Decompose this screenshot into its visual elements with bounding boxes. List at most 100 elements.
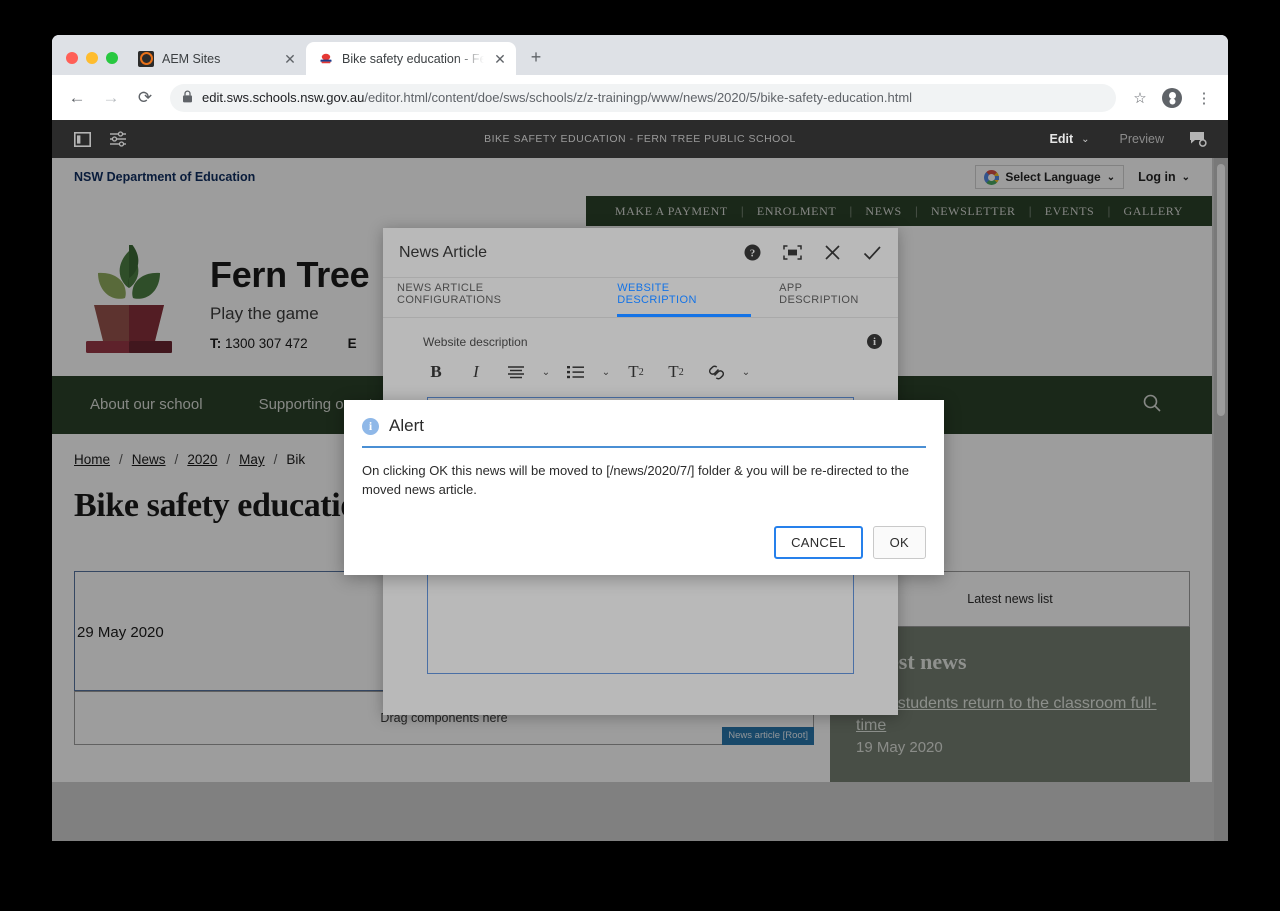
window-controls	[62, 52, 126, 75]
google-icon	[984, 169, 1000, 185]
language-selector-label: Select Language	[1005, 170, 1101, 184]
bold-button[interactable]: B	[419, 357, 453, 387]
address-bar-url: edit.sws.schools.nsw.gov.au/editor.html/…	[202, 90, 912, 105]
department-label: NSW Department of Education	[74, 170, 256, 184]
browser-toolbar: ← → ⟳ edit.sws.schools.nsw.gov.au/editor…	[52, 75, 1228, 120]
site-utility-bar: NSW Department of Education Select Langu…	[52, 158, 1212, 196]
rich-text-toolbar: B I ⌄ ⌄ T2 T2 ⌄	[383, 349, 898, 395]
email-prefix: E	[347, 335, 357, 351]
info-icon[interactable]: i	[867, 334, 882, 349]
dialog-title: News Article	[399, 243, 488, 261]
nav-newsletter[interactable]: NEWSLETTER	[918, 204, 1029, 219]
close-icon[interactable]: ✕	[282, 51, 298, 67]
browser-tab-bike-safety[interactable]: Bike safety education - Fern Tr ✕	[306, 42, 516, 75]
new-tab-button[interactable]: +	[522, 43, 550, 71]
close-icon[interactable]	[824, 244, 841, 261]
profile-avatar[interactable]	[1158, 84, 1186, 112]
italic-button[interactable]: I	[459, 357, 493, 387]
superscript-button[interactable]: T2	[659, 357, 693, 387]
search-icon[interactable]	[1142, 393, 1202, 418]
fullscreen-icon[interactable]	[783, 245, 802, 260]
school-identity: Fern Tree Play the game T: 1300 307 472 …	[210, 253, 370, 351]
school-name: Fern Tree	[210, 253, 370, 295]
login-button[interactable]: Log in ⌄	[1138, 170, 1190, 184]
alert-header: i Alert	[362, 416, 926, 446]
align-icon[interactable]	[499, 357, 533, 387]
dialog-header: News Article ?	[383, 228, 898, 278]
article-date: 29 May 2020	[77, 624, 164, 641]
subscript-button[interactable]: T2	[619, 357, 653, 387]
alert-dialog: i Alert On clicking OK this news will be…	[344, 400, 944, 575]
breadcrumb-2020[interactable]: 2020	[187, 452, 217, 467]
breadcrumb-news[interactable]: News	[132, 452, 166, 467]
browser-tab-aem-sites[interactable]: AEM Sites ✕	[126, 42, 306, 75]
browser-tab-title: AEM Sites	[162, 51, 221, 66]
help-icon[interactable]: ?	[744, 244, 761, 261]
school-email: E	[348, 336, 357, 351]
back-button[interactable]: ←	[62, 83, 92, 113]
tab-website-description[interactable]: WEBSITE DESCRIPTION	[617, 282, 752, 317]
info-icon: i	[362, 417, 379, 435]
superscript-base: T	[668, 362, 679, 381]
browser-menu-icon[interactable]: ⋮	[1190, 84, 1218, 112]
chevron-down-icon[interactable]: ⌄	[739, 367, 753, 378]
field-label: Website description	[423, 334, 528, 349]
breadcrumb-may[interactable]: May	[239, 452, 265, 467]
nav-make-a-payment[interactable]: MAKE A PAYMENT	[602, 204, 741, 219]
login-label: Log in	[1138, 170, 1176, 184]
url-host: edit.sws.schools.nsw.gov.au	[202, 90, 365, 105]
address-bar[interactable]: edit.sws.schools.nsw.gov.au/editor.html/…	[170, 83, 1116, 112]
panel-toggle-icon[interactable]	[64, 120, 100, 158]
breadcrumb-separator: /	[174, 452, 179, 467]
preview-button[interactable]: Preview	[1106, 132, 1178, 146]
website-description-field-header: Website description i	[383, 318, 898, 349]
maximize-window-button[interactable]	[106, 52, 118, 64]
chevron-down-icon[interactable]: ⌄	[599, 367, 613, 378]
ok-button[interactable]: OK	[872, 525, 926, 559]
minimize-window-button[interactable]	[86, 52, 98, 64]
language-selector[interactable]: Select Language ⌄	[975, 165, 1125, 189]
nav-about-our-school[interactable]: About our school	[62, 396, 231, 415]
breadcrumb-current: Bik	[286, 452, 306, 467]
page-scrollbar-thumb[interactable]	[1217, 164, 1225, 416]
latest-news-heading: Latest news	[856, 649, 967, 674]
tab-news-article-configurations[interactable]: NEWS ARTICLE CONFIGURATIONS	[397, 282, 589, 317]
breadcrumb-separator: /	[119, 452, 123, 467]
aem-icon	[138, 50, 154, 67]
close-window-button[interactable]	[66, 52, 78, 64]
phone-number: 1300 307 472	[225, 335, 308, 351]
sliders-icon[interactable]	[100, 120, 136, 158]
bookmark-star-icon[interactable]: ☆	[1126, 84, 1154, 112]
superscript-index: 2	[678, 366, 684, 378]
cancel-button[interactable]: CANCEL	[774, 525, 863, 559]
nav-news[interactable]: NEWS	[852, 204, 914, 219]
latest-news-list-label: Latest news list	[967, 592, 1053, 606]
reload-button[interactable]: ⟳	[130, 83, 160, 113]
nav-gallery[interactable]: GALLERY	[1110, 204, 1196, 219]
breadcrumb-separator: /	[226, 452, 231, 467]
url-path: /editor.html/content/doe/sws/schools/z/z…	[364, 90, 913, 105]
browser-tab-title: Bike safety education - Fern Tr	[342, 51, 484, 66]
status-badge: News article [Root]	[722, 727, 814, 745]
forward-button[interactable]: →	[96, 83, 126, 113]
aem-editor-toolbar: BIKE SAFETY EDUCATION - FERN TREE PUBLIC…	[52, 120, 1228, 158]
annotations-icon[interactable]	[1180, 120, 1216, 158]
latest-news-link[interactable]: NSW students return to the classroom ful…	[856, 693, 1164, 736]
close-icon[interactable]: ✕	[492, 51, 508, 67]
link-icon[interactable]	[699, 357, 733, 387]
tab-app-description[interactable]: APP DESCRIPTION	[779, 282, 884, 317]
secondary-nav: MAKE A PAYMENT | ENROLMENT | NEWS | NEWS…	[585, 196, 1212, 226]
browser-window: AEM Sites ✕ Bike safety education - Fern…	[52, 35, 1228, 841]
chevron-down-icon[interactable]: ⌄	[539, 367, 553, 378]
check-icon[interactable]	[863, 245, 882, 261]
school-icon	[318, 51, 334, 67]
subscript-index: 2	[638, 366, 644, 378]
nav-enrolment[interactable]: ENROLMENT	[744, 204, 849, 219]
bullet-list-icon[interactable]	[559, 357, 593, 387]
chevron-down-icon[interactable]: ⌄	[1081, 134, 1103, 145]
nav-events[interactable]: EVENTS	[1032, 204, 1108, 219]
school-contact: T: 1300 307 472 E	[210, 336, 369, 351]
breadcrumb-home[interactable]: Home	[74, 452, 110, 467]
alert-title: Alert	[389, 416, 424, 435]
edit-mode-button[interactable]: Edit	[1040, 132, 1080, 146]
